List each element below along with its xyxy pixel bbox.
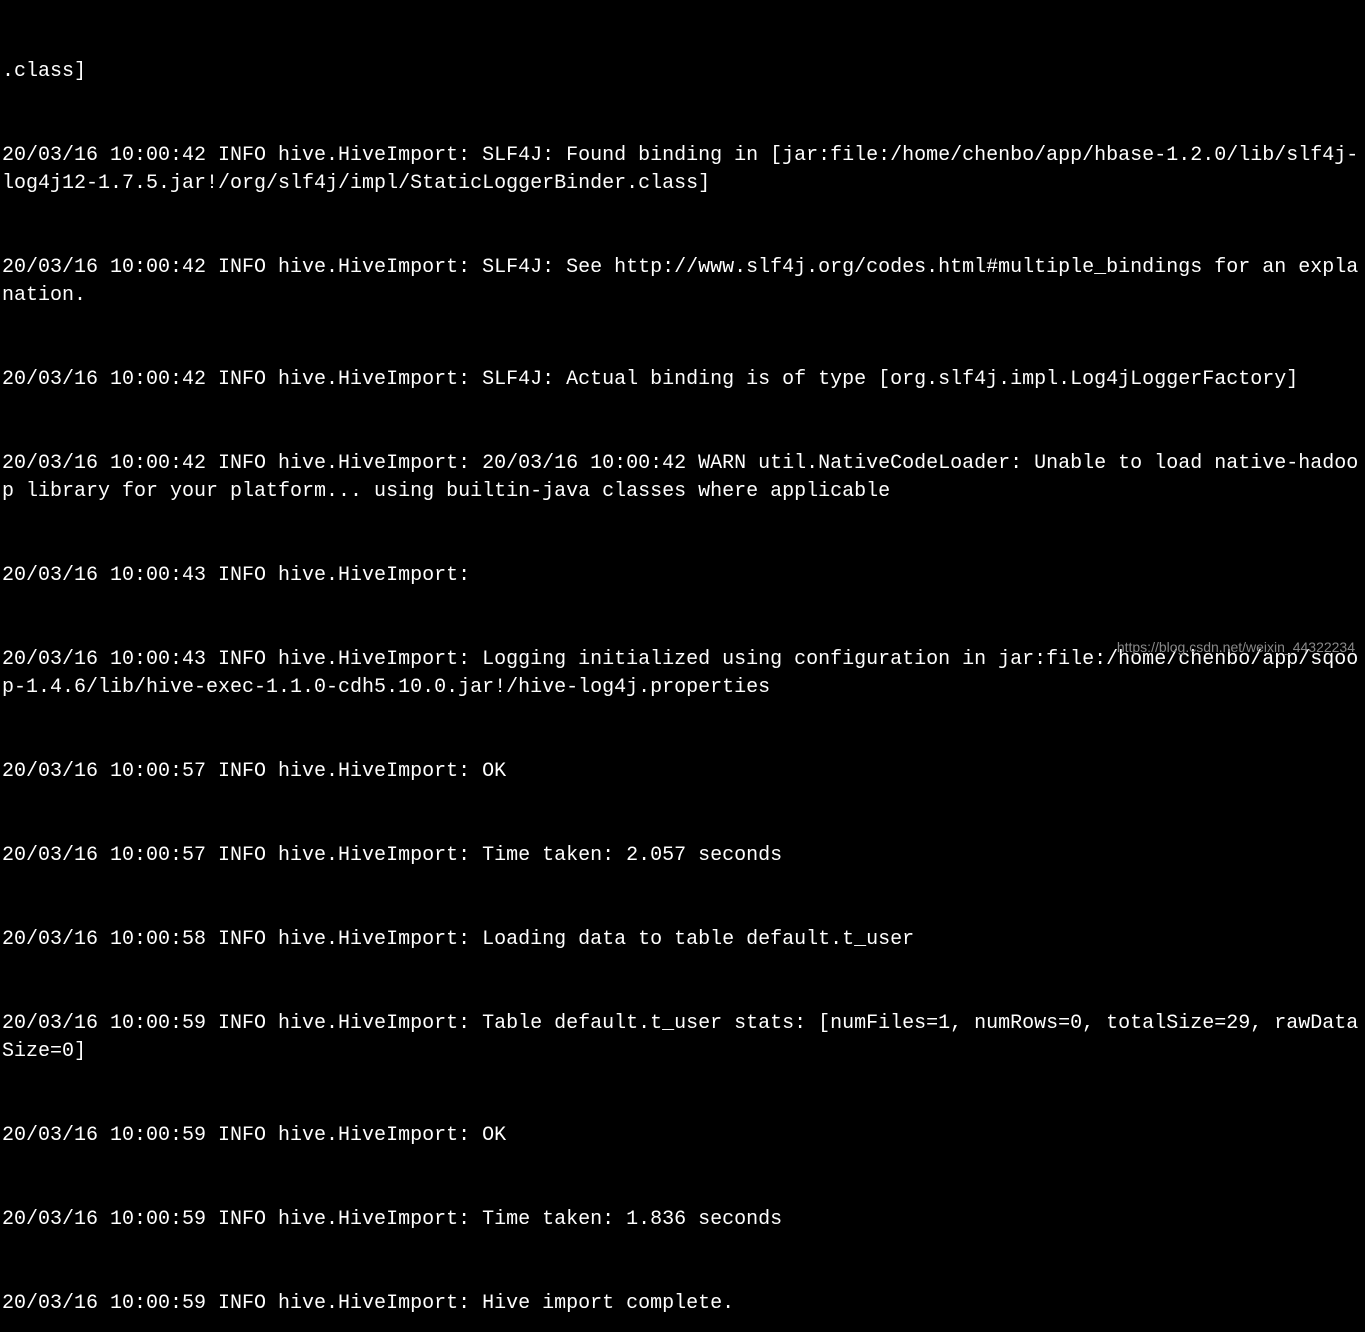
log-line: 20/03/16 10:00:59 INFO hive.HiveImport: … [2,1206,1363,1234]
log-line: 20/03/16 10:00:43 INFO hive.HiveImport: [2,562,1363,590]
terminal-output[interactable]: .class] 20/03/16 10:00:42 INFO hive.Hive… [2,2,1363,1332]
log-line: 20/03/16 10:00:57 INFO hive.HiveImport: … [2,758,1363,786]
log-line: .class] [2,58,1363,86]
log-line: 20/03/16 10:00:59 INFO hive.HiveImport: … [2,1290,1363,1318]
log-line: 20/03/16 10:00:42 INFO hive.HiveImport: … [2,142,1363,198]
watermark-text: https://blog.csdn.net/weixin_44322234 [1117,638,1355,658]
log-line: 20/03/16 10:00:59 INFO hive.HiveImport: … [2,1122,1363,1150]
log-line: 20/03/16 10:00:42 INFO hive.HiveImport: … [2,366,1363,394]
log-line: 20/03/16 10:00:42 INFO hive.HiveImport: … [2,450,1363,506]
log-line: 20/03/16 10:00:58 INFO hive.HiveImport: … [2,926,1363,954]
log-line: 20/03/16 10:00:57 INFO hive.HiveImport: … [2,842,1363,870]
log-line: 20/03/16 10:00:59 INFO hive.HiveImport: … [2,1010,1363,1066]
log-line: 20/03/16 10:00:42 INFO hive.HiveImport: … [2,254,1363,310]
